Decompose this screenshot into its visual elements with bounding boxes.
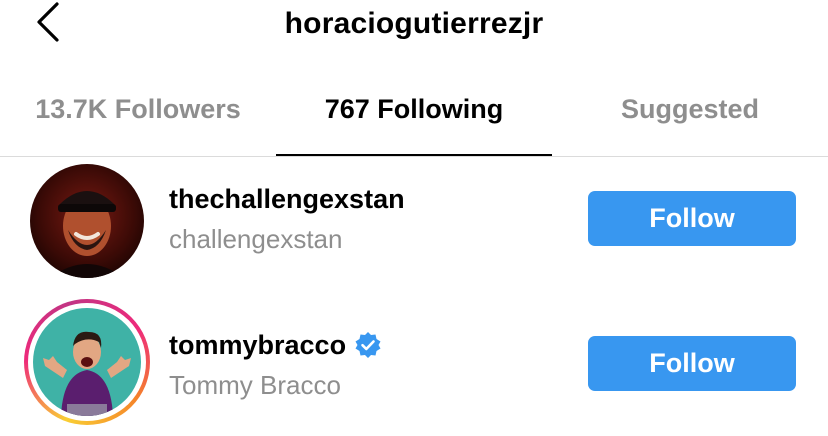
- full-name: challengexstan: [169, 224, 343, 254]
- avatar-image: [33, 308, 141, 416]
- full-name: Tommy Bracco: [169, 370, 341, 400]
- avatar-story-ring[interactable]: [24, 299, 150, 425]
- page-title: horaciogutierrezjr: [284, 7, 544, 40]
- top-bar: horaciogutierrezjr: [0, 0, 828, 52]
- list-item: tommybracco Tommy Bracco Follow: [0, 296, 828, 436]
- follow-button[interactable]: Follow: [588, 191, 796, 246]
- tab-bar: 13.7K Followers 767 Following Suggested: [0, 84, 828, 157]
- list-item: thechallengexstan challengexstan Follow: [0, 160, 828, 300]
- avatar[interactable]: [30, 164, 144, 278]
- avatar-image: [30, 164, 144, 278]
- follow-button[interactable]: Follow: [588, 336, 796, 391]
- username[interactable]: thechallengexstan: [169, 184, 405, 215]
- active-tab-indicator: [276, 154, 552, 156]
- tab-suggested[interactable]: Suggested: [552, 94, 828, 134]
- username[interactable]: tommybracco: [169, 330, 382, 361]
- tab-followers[interactable]: 13.7K Followers: [0, 94, 276, 134]
- verified-badge-icon: [355, 331, 381, 358]
- tab-following[interactable]: 767 Following: [276, 94, 552, 134]
